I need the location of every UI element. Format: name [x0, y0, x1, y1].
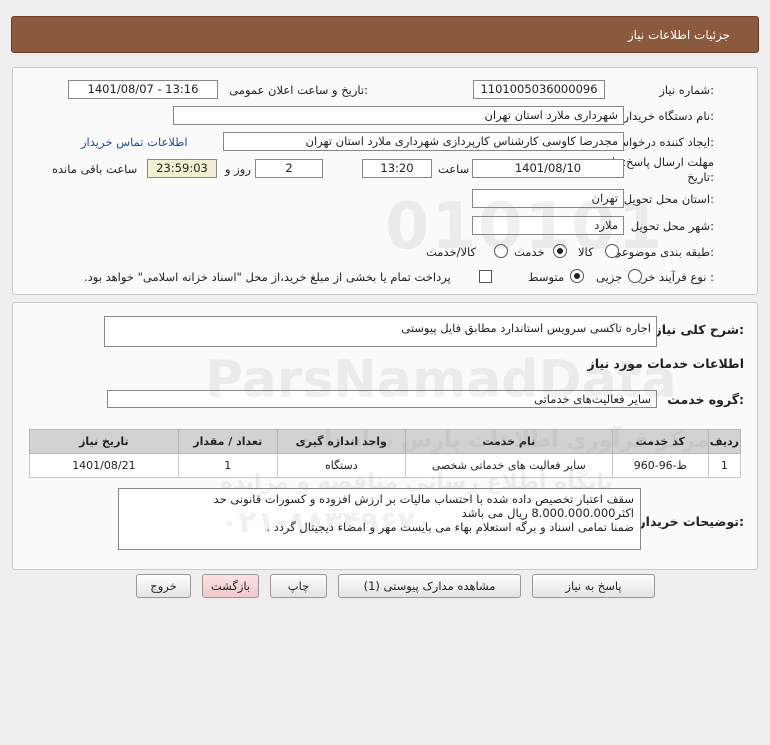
category-goods-label: کالا: [578, 245, 594, 259]
days-label: روز و: [225, 162, 251, 176]
process-minor-label: جزیی: [596, 270, 623, 284]
page-title: جزئیات اطلاعات نیاز: [627, 28, 730, 42]
table-row: 1 ط-96-960 سایر فعالیت های خدماتی شخصی د…: [29, 453, 742, 478]
buyer-org-label: نام دستگاه خریدار:: [623, 109, 714, 123]
deadline-time-field: 13:20: [362, 159, 432, 178]
category-goods-service-label: کالا/خدمت: [426, 245, 477, 259]
services-heading: اطلاعات خدمات مورد نیاز: [587, 356, 745, 371]
col-date-header: تاریخ نیاز: [29, 429, 179, 454]
buyer-org-field: شهرداری ملارد استان تهران: [173, 106, 624, 125]
reply-button[interactable]: پاسخ به نیاز: [532, 574, 655, 598]
buyer-contact-link[interactable]: اطلاعات تماس خریدار: [81, 135, 188, 149]
creator-field: مجدرضا کاوسی کارشناس کارپردازی شهرداری م…: [223, 132, 624, 151]
cell-row-number: 1: [707, 453, 742, 478]
process-medium-radio[interactable]: [570, 269, 584, 283]
category-goods-radio[interactable]: [605, 244, 619, 258]
col-row-header: ردیف: [707, 429, 742, 454]
category-label: طبقه بندی موضوعی:: [612, 245, 714, 259]
need-number-label: شماره نیاز:: [659, 83, 714, 97]
col-qty-header: تعداد / مقدار: [177, 429, 278, 454]
print-button[interactable]: چاپ: [270, 574, 327, 598]
buyer-notes-line: ضمنا تمامی اسناد و برگه استعلام بهاء می …: [266, 520, 634, 534]
col-code-header: کد خدمت: [611, 429, 709, 454]
process-type-label: نوع فرآیند خرید :: [632, 270, 714, 284]
view-attachments-button[interactable]: مشاهده مدارک پیوستی (1): [338, 574, 521, 598]
cell-need-date: 1401/08/21: [29, 453, 179, 478]
process-medium-label: متوسط: [528, 270, 565, 284]
buyer-notes-line: سقف اعتبار تخصیص داده شده با احتساب مالی…: [213, 492, 634, 506]
days-remaining-field: 2: [255, 159, 323, 178]
summary-field: اجاره تاکسی سرویس استاندارد مطابق فایل پ…: [104, 316, 657, 347]
col-unit-header: واحد اندازه گیری: [276, 429, 406, 454]
service-group-field: سایر فعالیت‌های خدماتی: [107, 390, 657, 408]
remaining-time-field: 23:59:03: [147, 159, 217, 178]
province-field: تهران: [472, 189, 624, 208]
category-goods-service-radio[interactable]: [494, 244, 508, 258]
summary-label: شرح کلی نیاز:: [654, 322, 745, 337]
table-header-row: ردیف کد خدمت نام خدمت واحد اندازه گیری ت…: [29, 429, 742, 454]
announce-date-label: تاریخ و ساعت اعلان عمومی:: [229, 83, 368, 97]
cell-service-name: سایر فعالیت های خدماتی شخصی: [404, 453, 613, 478]
deadline-date-field: 1401/08/10: [472, 159, 624, 178]
col-name-header: نام خدمت: [404, 429, 613, 454]
exit-button[interactable]: خروج: [136, 574, 191, 598]
buyer-notes-box: سقف اعتبار تخصیص داده شده با احتساب مالی…: [118, 488, 641, 550]
province-label: استان محل تحویل:: [623, 192, 714, 206]
page-header: جزئیات اطلاعات نیاز: [11, 16, 759, 53]
buyer-notes-label: توضیحات خریدار:: [638, 514, 744, 529]
cell-quantity: 1: [177, 453, 278, 478]
need-number-field: 1101005036000096: [473, 80, 605, 99]
process-minor-radio[interactable]: [628, 269, 642, 283]
service-group-label: گروه خدمت:: [667, 392, 744, 407]
city-label: شهر محل تحویل:: [630, 219, 714, 233]
city-field: ملارد: [472, 216, 624, 235]
buyer-notes-line: اکثر8.000.000.000 ریال می باشد: [461, 506, 634, 520]
cell-unit: دستگاه: [276, 453, 406, 478]
treasury-payment-note: پرداخت تمام یا بخشی از مبلغ خرید،از محل …: [84, 270, 451, 284]
remaining-time-label: ساعت باقی مانده: [52, 162, 138, 176]
services-table: ردیف کد خدمت نام خدمت واحد اندازه گیری ت…: [29, 429, 742, 478]
cell-service-code: ط-96-960: [611, 453, 709, 478]
category-service-radio[interactable]: [553, 244, 567, 258]
announce-date-field: 1401/08/07 - 13:16: [68, 80, 218, 99]
back-button[interactable]: بازگشت: [202, 574, 259, 598]
treasury-payment-checkbox[interactable]: [479, 270, 492, 283]
category-service-label: خدمت: [514, 245, 545, 259]
deadline-time-label: ساعت: [438, 162, 470, 176]
